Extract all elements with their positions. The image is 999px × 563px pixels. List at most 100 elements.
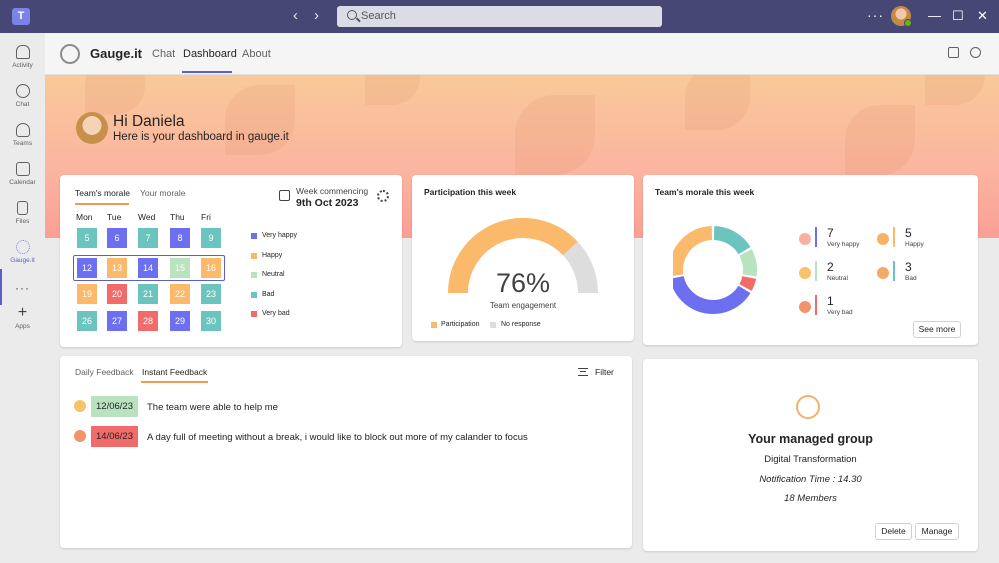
legend-swatch	[251, 291, 257, 298]
legend-label: Happy	[262, 251, 283, 259]
legend-label: Very happy	[262, 232, 298, 239]
stat-label: Neutral	[827, 275, 848, 282]
managed-group-title: Your managed group	[748, 432, 873, 446]
legend-label: Participation	[441, 321, 480, 328]
rail-label: Calendar	[9, 179, 36, 186]
calendar-day[interactable]: 9	[201, 228, 221, 248]
calendar-day[interactable]: 21	[138, 284, 158, 304]
pop-out-icon[interactable]	[948, 47, 959, 58]
participation-percent: 76%	[495, 268, 551, 298]
settings-gear-icon[interactable]	[377, 190, 389, 202]
rail-label: Chat	[15, 101, 30, 108]
tab-daily-feedback[interactable]: Daily Feedback	[75, 367, 134, 377]
tab-chat[interactable]: Chat	[152, 48, 175, 60]
calendar-day[interactable]: 7	[138, 228, 158, 248]
tab-dashboard[interactable]: Dashboard	[183, 48, 237, 60]
rail-item-calendar[interactable]: Calendar	[0, 162, 45, 198]
banner-leaf-decoration	[85, 75, 145, 115]
donut-segment	[673, 275, 751, 314]
banner-leaf-decoration	[515, 95, 595, 175]
rail-label: Apps	[15, 323, 30, 330]
tab-teams-morale[interactable]: Team's morale	[75, 188, 130, 198]
search-placeholder: Search	[361, 10, 396, 22]
rail-item-files[interactable]: Files	[0, 201, 45, 237]
more-icon: ···	[15, 281, 30, 295]
team-week-card: Team's morale this week 7 Very happy 5 H…	[643, 175, 978, 345]
feedback-text: A day full of meeting without a break, i…	[147, 432, 528, 443]
stat-label: Bad	[905, 275, 917, 282]
legend-swatch-participation	[431, 322, 437, 328]
legend-swatch-no-response	[490, 322, 496, 328]
filter-button[interactable]: Filter	[595, 367, 614, 377]
back-arrow-icon[interactable]: ‹	[293, 8, 298, 24]
calendar-day[interactable]: 30	[201, 311, 221, 331]
calendar-icon[interactable]	[279, 190, 290, 201]
bell-icon	[15, 45, 30, 59]
maximize-button[interactable]: ☐	[952, 8, 964, 24]
calendar-day[interactable]: 26	[77, 311, 97, 331]
week-date: 9th Oct 2023	[296, 197, 359, 209]
close-button[interactable]: ✕	[977, 8, 988, 24]
gauge-it-logo-icon	[60, 44, 80, 64]
legend-label: Very bad	[262, 310, 290, 317]
gauge-it-logo-icon	[796, 395, 820, 419]
stat-label: Happy	[905, 241, 924, 248]
donut-segment	[739, 275, 757, 291]
minimize-button[interactable]: —	[928, 8, 941, 24]
rail-item-activity[interactable]: Activity	[0, 45, 45, 81]
banner-leaf-decoration	[685, 75, 750, 130]
current-week-highlight	[73, 255, 225, 281]
active-tab-indicator	[75, 203, 129, 205]
app-name: Gauge.it	[90, 46, 143, 61]
calendar-day[interactable]: 27	[107, 311, 127, 331]
morale-donut-chart	[673, 226, 757, 314]
member-count: 18 Members	[784, 493, 837, 504]
calendar-day[interactable]: 5	[77, 228, 97, 248]
day-header: Thu	[170, 212, 185, 222]
delete-button[interactable]: Delete	[875, 523, 912, 540]
calendar-day[interactable]: 6	[107, 228, 127, 248]
stat-count: 3	[905, 260, 912, 274]
legend-swatch	[251, 252, 257, 259]
neutral-emoji-icon	[799, 267, 811, 279]
forward-arrow-icon[interactable]: ›	[314, 8, 319, 24]
rail-item-chat[interactable]: Chat	[0, 84, 45, 120]
app-header: Gauge.it Chat Dashboard About	[45, 33, 999, 75]
manage-button[interactable]: Manage	[915, 523, 959, 540]
legend-label: No response	[501, 321, 541, 328]
stat-count: 7	[827, 226, 834, 240]
tab-your-morale[interactable]: Your morale	[140, 188, 186, 198]
donut-segment	[673, 226, 713, 276]
refresh-icon[interactable]	[970, 47, 981, 58]
day-header: Tue	[107, 212, 122, 222]
stat-label: Very bad	[827, 309, 853, 316]
rail-item-more[interactable]: ···	[0, 279, 45, 295]
rail-item-gauge-it[interactable]: Gauge.it	[0, 240, 45, 276]
stat-count: 1	[827, 294, 834, 308]
chat-icon	[15, 84, 30, 98]
calendar-day[interactable]: 22	[170, 284, 190, 304]
filter-icon[interactable]	[578, 368, 588, 376]
hero-avatar	[76, 112, 108, 144]
teams-logo-icon: T	[12, 8, 30, 25]
see-more-button[interactable]: See more	[913, 321, 961, 338]
banner-leaf-decoration	[365, 75, 420, 105]
calendar-day[interactable]: 29	[170, 311, 190, 331]
search-input[interactable]: Search	[337, 6, 662, 27]
rail-label: Activity	[12, 62, 33, 69]
calendar-day[interactable]: 19	[77, 284, 97, 304]
search-icon	[347, 10, 357, 20]
rail-label: Teams	[12, 140, 33, 147]
calendar-day[interactable]: 28	[138, 311, 158, 331]
calendar-day[interactable]: 8	[170, 228, 190, 248]
very-bad-emoji-icon	[799, 301, 811, 313]
file-icon	[17, 201, 28, 215]
tab-instant-feedback[interactable]: Instant Feedback	[142, 367, 207, 377]
calendar-day[interactable]: 20	[107, 284, 127, 304]
rail-item-apps[interactable]: + Apps	[0, 305, 45, 342]
calendar-day[interactable]: 23	[201, 284, 221, 304]
tab-about[interactable]: About	[242, 48, 271, 60]
more-options-button[interactable]: ···	[867, 7, 884, 23]
legend-swatch	[251, 311, 257, 317]
rail-item-teams[interactable]: Teams	[0, 123, 45, 159]
